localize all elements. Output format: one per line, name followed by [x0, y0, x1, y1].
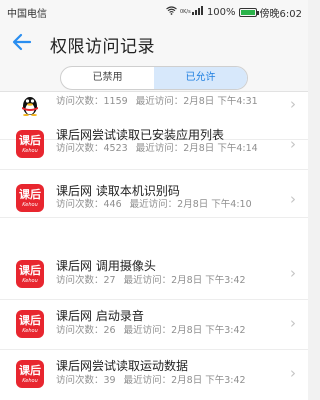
battery-percent: 100% — [206, 7, 236, 18]
tab-disabled[interactable]: 已禁用 — [61, 67, 154, 89]
count-label: 访问次数： — [56, 375, 104, 386]
kehou-app-icon: 课后 Kehou — [16, 130, 44, 158]
wifi-icon — [166, 6, 177, 19]
battery-icon — [238, 8, 259, 17]
status-bar: 中国电信 0K/s 100% 傍晚6:02 — [0, 0, 308, 22]
last-label: 最近访问： — [129, 199, 178, 210]
back-button[interactable] — [10, 30, 34, 54]
count-label: 访问次数： — [56, 96, 104, 107]
access-count: 4523 — [103, 143, 128, 154]
last-label: 最近访问： — [135, 143, 184, 154]
last-label: 最近访问： — [123, 275, 172, 286]
record-meta: 访问次数：1159 最近访问：2月8日 下午4:31 — [56, 96, 278, 108]
last-label: 最近访问： — [135, 96, 184, 107]
signal-icon — [191, 6, 204, 19]
count-label: 访问次数： — [56, 275, 104, 286]
record-meta: 访问次数：26 最近访问：2月8日 下午3:42 — [56, 325, 278, 337]
tab-allowed[interactable]: 已允许 — [154, 67, 247, 89]
record-meta: 访问次数：39 最近访问：2月8日 下午3:42 — [56, 375, 278, 387]
record-title: 课后网尝试读取运动数据 — [56, 359, 189, 373]
access-count: 26 — [103, 325, 116, 336]
kehou-app-icon: 课后 Kehou — [16, 260, 44, 288]
access-count: 27 — [103, 275, 116, 286]
list-item[interactable]: 课后 Kehou 课后网 调用摄像头 访问次数：27 最近访问：2月8日 下午3:4… — [0, 252, 308, 300]
kehou-app-icon: 课后 Kehou — [16, 184, 44, 212]
record-list: 访问次数：1159 最近访问：2月8日 下午4:31 › 课后 Kehou 课后网尝… — [0, 92, 308, 400]
segmented-control: 已禁用 已允许 — [60, 66, 248, 90]
access-count: 39 — [103, 375, 116, 386]
access-count: 1159 — [103, 96, 128, 107]
list-item[interactable]: 课后 Kehou 课后网尝试读取已安装应用列表 访问次数：4523 最近访问：2月8… — [0, 122, 308, 170]
clock: 傍晚6:02 — [259, 9, 302, 20]
last-label: 最近访问： — [123, 325, 172, 336]
back-arrow-icon — [12, 33, 32, 51]
count-label: 访问次数： — [56, 199, 104, 210]
last-access-time: 2月8日 下午3:42 — [171, 275, 246, 286]
record-title: 课后网 启动录音 — [56, 309, 144, 323]
record-meta: 访问次数：4523 最近访问：2月8日 下午4:14 — [56, 143, 278, 155]
page-title: 权限访问记录 — [50, 37, 155, 57]
list-item[interactable]: 课后 Kehou 课后网 启动录音 访问次数：26 最近访问：2月8日 下午3:42… — [0, 302, 308, 350]
chevron-right-icon: › — [290, 135, 296, 153]
kehou-app-icon: 课后 Kehou — [16, 360, 44, 388]
count-label: 访问次数： — [56, 143, 104, 154]
chevron-right-icon: › — [290, 364, 296, 382]
chevron-right-icon: › — [290, 314, 296, 332]
carrier-name: 中国电信 — [7, 9, 47, 20]
qq-penguin-icon — [22, 97, 38, 116]
chevron-right-icon: › — [290, 190, 296, 208]
last-access-time: 2月8日 下午3:42 — [171, 325, 246, 336]
count-label: 访问次数： — [56, 325, 104, 336]
chevron-right-icon: › — [290, 95, 296, 113]
chevron-right-icon: › — [290, 264, 296, 282]
status-indicators: 0K/s 100% 傍晚6:02 — [166, 5, 302, 20]
kehou-app-icon: 课后 Kehou — [16, 310, 44, 338]
last-access-time: 2月8日 下午4:31 — [183, 96, 258, 107]
record-meta: 访问次数：27 最近访问：2月8日 下午3:42 — [56, 275, 278, 287]
record-meta: 访问次数：446 最近访问：2月8日 下午4:10 — [56, 199, 278, 211]
tab-bar: 已禁用 已允许 — [0, 62, 308, 92]
last-access-time: 2月8日 下午4:10 — [177, 199, 252, 210]
title-bar: 权限访问记录 — [0, 22, 308, 62]
record-title: 课后网尝试读取已安装应用列表 — [56, 128, 225, 142]
list-item[interactable]: 课后 Kehou 课后网尝试读取运动数据 访问次数：39 最近访问：2月8日 下午3… — [0, 350, 308, 398]
last-access-time: 2月8日 下午4:14 — [183, 143, 258, 154]
network-speed: 0K/s — [179, 9, 191, 15]
record-title: 课后网 读取本机识别码 — [56, 184, 180, 198]
list-item[interactable]: 课后 Kehou 课后网 读取本机识别码 访问次数：446 最近访问：2月8日 下午… — [0, 170, 308, 218]
last-access-time: 2月8日 下午3:42 — [171, 375, 246, 386]
access-count: 446 — [103, 199, 122, 210]
last-label: 最近访问： — [123, 375, 172, 386]
record-title: 课后网 调用摄像头 — [56, 259, 156, 273]
